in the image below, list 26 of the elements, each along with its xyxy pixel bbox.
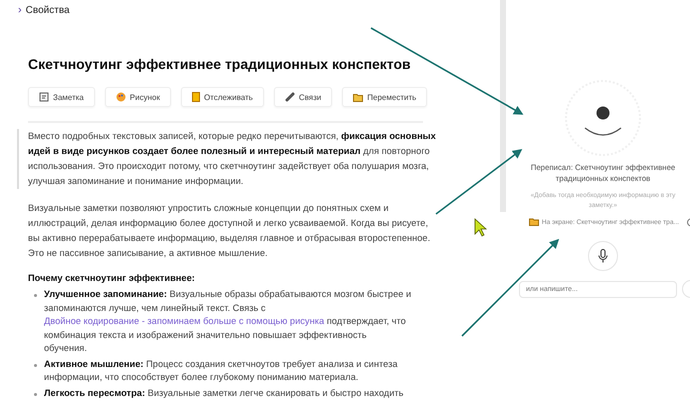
bullet-icon bbox=[34, 294, 37, 297]
list-item-text: Улучшенное запоминание: Визуальные образы обрабатываются мозгом быстрее и запоминаются лучше, чем линейный текст. Связь с Двойное кодирование - запоминаем больше с помощью рисунка подтверждает, что комбинация текста и изображений значительно повышает эффективность обучения. bbox=[44, 288, 412, 355]
palette-icon bbox=[116, 92, 126, 102]
bullet-icon bbox=[34, 364, 37, 366]
bullet-icon bbox=[34, 392, 37, 396]
chevron-icon[interactable]: › bbox=[18, 4, 22, 16]
note-title: Скетчноутинг эффективнее традиционных конспектов bbox=[28, 56, 412, 72]
cursor-icon bbox=[474, 218, 488, 237]
notepad-icon bbox=[39, 92, 49, 102]
microphone-icon bbox=[598, 249, 608, 263]
toolbar-button[interactable]: Отслеживать bbox=[180, 87, 264, 107]
list-item-text: Легкость пересмотра: Визуальные заметки легче сканировать и быстро находить bbox=[44, 386, 405, 400]
list-item-text: Активное мышление: Процесс создания скетчноутов требует анализа и синтеза информации, что способствует более глубокому пониманию материала. bbox=[44, 358, 399, 384]
folder-icon bbox=[353, 92, 364, 102]
toolbar-button[interactable]: Заметка bbox=[28, 87, 95, 107]
microphone-button[interactable] bbox=[588, 241, 618, 271]
list-heading: Почему скетчноутинг эффективнее: bbox=[28, 273, 196, 283]
toolbar-button[interactable]: Переместить bbox=[342, 87, 428, 107]
note-link[interactable]: Двойное кодирование - запоминаем больше с помощью рисунка bbox=[44, 316, 324, 326]
toolbar-button[interactable]: Рисунок bbox=[104, 87, 171, 107]
notebook-icon bbox=[192, 92, 200, 102]
quote-paragraph: Вместо подробных текстовых записей, которые редко перечитываются, фиксация основных идей в виде рисунков создает более полезный и интересный материал для повторного использования. Это происходит потому, что скетчноутинг задействует оба полушария мозга, улучшая запоминание и понимание информации. bbox=[17, 129, 440, 189]
body-paragraph: Визуальные заметки позволяют упростить сложные концепции до понятных схем и иллюстраций, делая информацию более доступной и легко усваиваемой. Когда вы рисуете, вы активно перерабатываете информацию, выделяя главное и отбрасывая второстепенное. Это не пассивное записывание, а активное мышление. bbox=[28, 202, 432, 260]
breadcrumb-label[interactable]: Свойства bbox=[26, 4, 70, 16]
folder-icon bbox=[528, 218, 539, 226]
toolbar-button[interactable]: Связи bbox=[274, 87, 332, 107]
